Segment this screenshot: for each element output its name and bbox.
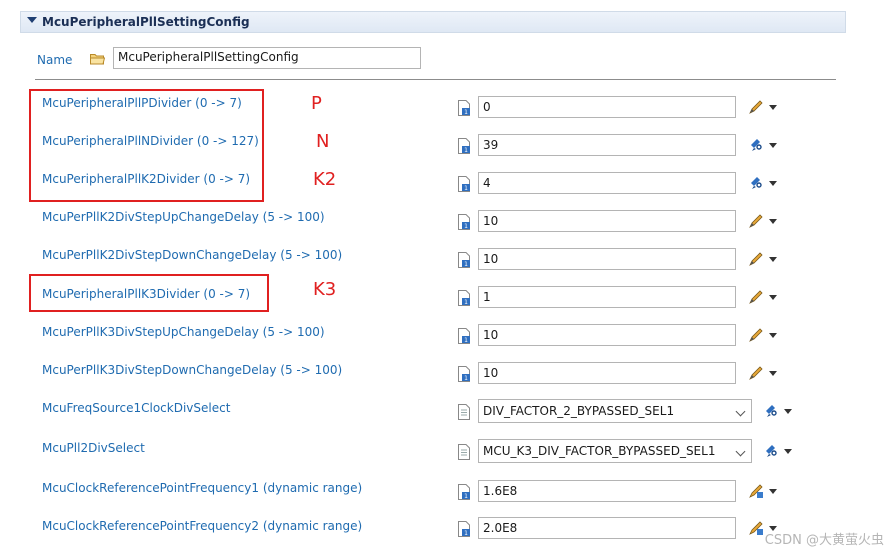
separator [35, 79, 836, 80]
dropdown-arrow-icon[interactable] [769, 295, 777, 300]
dropdown-arrow-icon[interactable] [784, 449, 792, 454]
numeric-value-icon: 1 [457, 252, 471, 268]
param-select-value: DIV_FACTOR_2_BYPASSED_SEL1 [483, 404, 675, 418]
name-label: Name [37, 53, 73, 67]
svg-text:1: 1 [464, 261, 468, 268]
edit-pencil-icon[interactable] [748, 99, 764, 115]
dropdown-arrow-icon[interactable] [769, 371, 777, 376]
param-select[interactable]: DIV_FACTOR_2_BYPASSED_SEL1 [478, 399, 752, 423]
param-label: McuPerPllK3DivStepDownChangeDelay (5 -> … [42, 363, 343, 377]
dropdown-arrow-icon[interactable] [769, 257, 777, 262]
annotation-n: N [316, 131, 330, 152]
numeric-value-icon: 1 [457, 521, 471, 537]
dropdown-arrow-icon[interactable] [769, 181, 777, 186]
param-label: McuFreqSource1ClockDivSelect [42, 401, 231, 415]
param-select[interactable]: MCU_K3_DIV_FACTOR_BYPASSED_SEL1 [478, 439, 752, 463]
link-source-icon[interactable] [748, 137, 764, 153]
param-label: McuClockReferencePointFrequency1 (dynami… [42, 481, 363, 495]
param-input[interactable]: 1 [478, 286, 736, 308]
edit-calculate-icon[interactable] [748, 483, 764, 499]
svg-text:1: 1 [464, 147, 468, 154]
param-input[interactable]: 10 [478, 324, 736, 346]
annotation-k2: K2 [313, 169, 337, 190]
svg-text:1: 1 [464, 109, 468, 116]
section-header[interactable]: McuPeripheralPllSettingConfig [20, 11, 846, 33]
dropdown-arrow-icon[interactable] [769, 489, 777, 494]
param-label: McuPll2DivSelect [42, 441, 145, 455]
link-source-icon[interactable] [748, 175, 764, 191]
svg-text:1: 1 [464, 337, 468, 344]
numeric-value-icon: 1 [457, 328, 471, 344]
edit-pencil-icon[interactable] [748, 289, 764, 305]
param-label: McuClockReferencePointFrequency2 (dynami… [42, 519, 363, 533]
numeric-value-icon: 1 [457, 176, 471, 192]
collapse-triangle-icon[interactable] [27, 17, 37, 23]
edit-calculate-icon[interactable] [748, 520, 764, 536]
svg-text:1: 1 [464, 530, 468, 537]
param-input[interactable]: 39 [478, 134, 736, 156]
param-input[interactable]: 10 [478, 362, 736, 384]
param-input[interactable]: 0 [478, 96, 736, 118]
svg-text:1: 1 [464, 185, 468, 192]
dropdown-arrow-icon[interactable] [769, 143, 777, 148]
edit-pencil-icon[interactable] [748, 213, 764, 229]
annotation-k3: K3 [313, 279, 337, 300]
param-input[interactable]: 1.6E8 [478, 480, 736, 502]
name-field[interactable]: McuPeripheralPllSettingConfig [113, 47, 421, 69]
enum-value-icon [457, 404, 471, 420]
section-title: McuPeripheralPllSettingConfig [42, 15, 250, 29]
annotation-p: P [311, 93, 322, 114]
watermark: CSDN @大黄萤火虫 [764, 533, 884, 548]
numeric-value-icon: 1 [457, 484, 471, 500]
param-select-value: MCU_K3_DIV_FACTOR_BYPASSED_SEL1 [483, 444, 716, 458]
param-input[interactable]: 10 [478, 210, 736, 232]
numeric-value-icon: 1 [457, 214, 471, 230]
dropdown-arrow-icon[interactable] [769, 333, 777, 338]
param-label: McuPerPllK2DivStepDownChangeDelay (5 -> … [42, 248, 343, 262]
param-input[interactable]: 2.0E8 [478, 517, 736, 539]
link-source-icon[interactable] [763, 443, 779, 459]
edit-pencil-icon[interactable] [748, 365, 764, 381]
chevron-down-icon[interactable] [735, 446, 746, 457]
numeric-value-icon: 1 [457, 138, 471, 154]
annotation-box-k3 [29, 274, 269, 312]
annotation-box-p-n-k2 [29, 89, 264, 202]
dropdown-arrow-icon[interactable] [769, 105, 777, 110]
numeric-value-icon: 1 [457, 366, 471, 382]
svg-text:1: 1 [464, 299, 468, 306]
svg-text:1: 1 [464, 375, 468, 382]
dropdown-arrow-icon[interactable] [784, 409, 792, 414]
numeric-value-icon: 1 [457, 290, 471, 306]
edit-pencil-icon[interactable] [748, 327, 764, 343]
chevron-down-icon[interactable] [735, 406, 746, 417]
param-input[interactable]: 4 [478, 172, 736, 194]
link-source-icon[interactable] [763, 403, 779, 419]
folder-icon [90, 54, 105, 65]
param-label: McuPerPllK3DivStepUpChangeDelay (5 -> 10… [42, 325, 325, 339]
numeric-value-icon: 1 [457, 100, 471, 116]
svg-text:1: 1 [464, 493, 468, 500]
svg-text:1: 1 [464, 223, 468, 230]
dropdown-arrow-icon[interactable] [769, 219, 777, 224]
param-input[interactable]: 10 [478, 248, 736, 270]
param-label: McuPerPllK2DivStepUpChangeDelay (5 -> 10… [42, 210, 325, 224]
enum-value-icon [457, 444, 471, 460]
edit-pencil-icon[interactable] [748, 251, 764, 267]
